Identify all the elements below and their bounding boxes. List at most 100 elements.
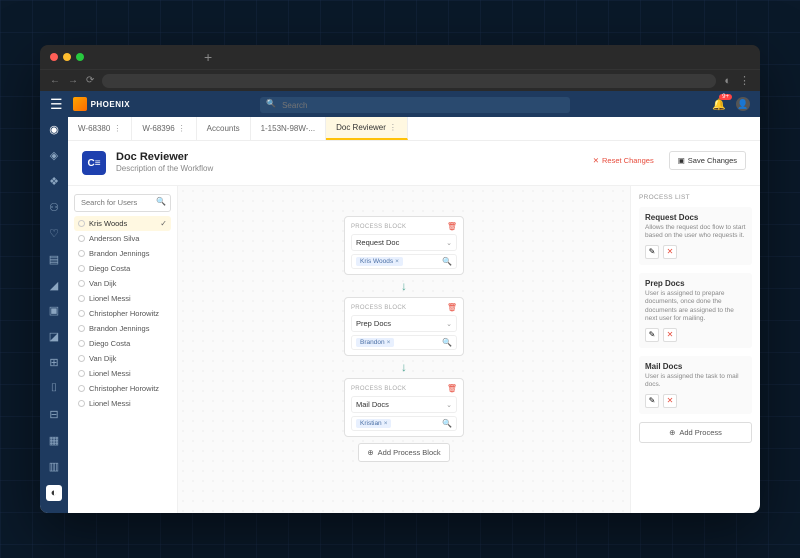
process-list-card: Prep DocsUser is assigned to prepare doc… (639, 273, 752, 348)
url-input[interactable] (102, 74, 716, 88)
sidebar-nav-apps[interactable]: ⊟ (46, 407, 62, 421)
tab-w68396[interactable]: W-68396⋮ (132, 117, 196, 140)
tab-doc-reviewer[interactable]: Doc Reviewer⋮ (326, 117, 408, 140)
window-maximize-icon[interactable] (76, 53, 84, 61)
menu-icon[interactable]: ☰ (50, 96, 63, 113)
page-header: C≡ Doc Reviewer Description of the Workf… (68, 141, 760, 186)
search-icon: 🔍 (266, 99, 276, 108)
sidebar-nav-book[interactable]: ▣ (46, 304, 62, 318)
sidebar-nav-heart[interactable]: ♡ (46, 226, 62, 240)
process-card-desc: Allows the request doc flow to start bas… (645, 224, 746, 241)
edit-button[interactable]: ✎ (645, 245, 659, 259)
process-block: PROCESS BLOCK🗑Prep Docs⌄Brandon ×🔍 (344, 297, 464, 356)
sidebar-nav-crop[interactable]: ⌷ (46, 382, 62, 396)
user-item[interactable]: Diego Costa (74, 336, 171, 351)
avatar[interactable]: 👤 (736, 97, 750, 111)
nav-back-icon[interactable]: ← (50, 75, 60, 86)
edit-button[interactable]: ✎ (645, 394, 659, 408)
user-item[interactable]: Van Dijk (74, 276, 171, 291)
browser-menu-icon[interactable]: ⋮ (739, 74, 750, 87)
user-avatar-icon (78, 340, 85, 347)
user-item[interactable]: Van Dijk (74, 351, 171, 366)
tabs-row: W-68380⋮ W-68396⋮ Accounts 1-153N-98W-..… (68, 117, 760, 141)
sidebar-nav-print[interactable]: ▥ (46, 459, 62, 473)
add-process-block-button[interactable]: ⊕ Add Process Block (358, 443, 449, 462)
process-block-label: PROCESS BLOCK (351, 386, 406, 392)
user-chip: Kristian × (356, 419, 391, 428)
delete-icon[interactable]: 🗑 (447, 303, 457, 312)
nav-forward-icon[interactable]: → (68, 75, 78, 86)
notification-badge: 9+ (719, 94, 732, 100)
user-item[interactable]: Kris Woods (74, 216, 171, 231)
add-process-button[interactable]: ⊕ Add Process (639, 422, 752, 443)
sidebar-nav-save[interactable]: ▦ (46, 433, 62, 447)
user-avatar-icon (78, 385, 85, 392)
sidebar-nav-layers[interactable]: ❖ (46, 175, 62, 189)
delete-button[interactable]: ✕ (663, 394, 677, 408)
user-item[interactable]: Lionel Messi (74, 366, 171, 381)
window-close-icon[interactable] (50, 53, 58, 61)
process-block: PROCESS BLOCK🗑Request Doc⌄Kris Woods ×🔍 (344, 216, 464, 275)
user-chip: Kris Woods × (356, 257, 403, 266)
window-minimize-icon[interactable] (63, 53, 71, 61)
process-card-desc: User is assigned to prepare documents, o… (645, 290, 746, 324)
sidebar-nav-users[interactable]: ⚇ (46, 201, 62, 215)
user-avatar-icon (78, 370, 85, 377)
delete-button[interactable]: ✕ (663, 328, 677, 342)
user-item[interactable]: Brandon Jennings (74, 321, 171, 336)
reset-changes-button[interactable]: ✕ Reset Changes (584, 151, 663, 170)
user-avatar-icon (78, 265, 85, 272)
sidebar-nav-grid[interactable]: ⊞ (46, 356, 62, 370)
user-chip: Brandon × (356, 338, 394, 347)
assignee-input[interactable]: Brandon ×🔍 (351, 335, 457, 350)
sidebar-nav-docs[interactable]: ▤ (46, 252, 62, 266)
logo[interactable]: PHOENIX (73, 97, 131, 111)
remove-icon[interactable]: × (395, 258, 399, 265)
close-icon[interactable]: ⋮ (389, 123, 397, 132)
process-select[interactable]: Request Doc⌄ (351, 234, 457, 251)
user-name: Christopher Horowitz (89, 384, 159, 393)
icon-sidebar: ◉ ◈ ❖ ⚇ ♡ ▤ ◢ ▣ ◪ ⊞ ⌷ ⊟ ▦ ▥ ◐ (40, 117, 68, 513)
user-item[interactable]: Christopher Horowitz (74, 381, 171, 396)
sidebar-nav-announce[interactable]: ◢ (46, 278, 62, 292)
arrow-down-icon: ↓ (401, 360, 407, 374)
global-search-input[interactable] (260, 97, 570, 113)
user-item[interactable]: Christopher Horowitz (74, 306, 171, 321)
remove-icon[interactable]: × (384, 420, 388, 427)
edit-button[interactable]: ✎ (645, 328, 659, 342)
user-item[interactable]: Brandon Jennings (74, 246, 171, 261)
user-item[interactable]: Anderson Silva (74, 231, 171, 246)
remove-icon[interactable]: × (387, 339, 391, 346)
browser-window: + ← → ⟳ ◐ ⋮ ☰ PHOENIX 🔍 🔔 9+ 👤 ◉ (40, 45, 760, 513)
delete-icon[interactable]: 🗑 (447, 384, 457, 393)
users-panel: 🔍 Kris WoodsAnderson SilvaBrandon Jennin… (68, 186, 178, 513)
user-name: Van Dijk (89, 354, 116, 363)
delete-icon[interactable]: 🗑 (447, 222, 457, 231)
user-name: Lionel Messi (89, 369, 131, 378)
user-item[interactable]: Lionel Messi (74, 396, 171, 411)
nav-reload-icon[interactable]: ⟳ (86, 75, 94, 86)
sidebar-nav-bookmark[interactable]: ◪ (46, 330, 62, 344)
delete-button[interactable]: ✕ (663, 245, 677, 259)
process-select[interactable]: Mail Docs⌄ (351, 396, 457, 413)
page-subtitle: Description of the Workflow (116, 164, 574, 173)
sidebar-nav-collapse[interactable]: ◐ (46, 485, 62, 501)
close-icon[interactable]: ⋮ (113, 124, 121, 133)
close-icon[interactable]: ⋮ (178, 124, 186, 133)
notifications-icon[interactable]: 🔔 9+ (712, 98, 726, 111)
user-item[interactable]: Lionel Messi (74, 291, 171, 306)
process-select[interactable]: Prep Docs⌄ (351, 315, 457, 332)
assignee-input[interactable]: Kris Woods ×🔍 (351, 254, 457, 269)
new-tab-button[interactable]: + (204, 49, 212, 65)
tab-item[interactable]: 1-153N-98W-... (251, 117, 327, 140)
profile-icon[interactable]: ◐ (724, 75, 731, 87)
tab-accounts[interactable]: Accounts (197, 117, 251, 140)
save-changes-button[interactable]: ▣ Save Changes (669, 151, 746, 170)
user-avatar-icon (78, 250, 85, 257)
user-name: Van Dijk (89, 279, 116, 288)
sidebar-nav-shield[interactable]: ◈ (46, 149, 62, 163)
tab-w68380[interactable]: W-68380⋮ (68, 117, 132, 140)
user-item[interactable]: Diego Costa (74, 261, 171, 276)
assignee-input[interactable]: Kristian ×🔍 (351, 416, 457, 431)
sidebar-nav-dashboard[interactable]: ◉ (46, 123, 62, 137)
